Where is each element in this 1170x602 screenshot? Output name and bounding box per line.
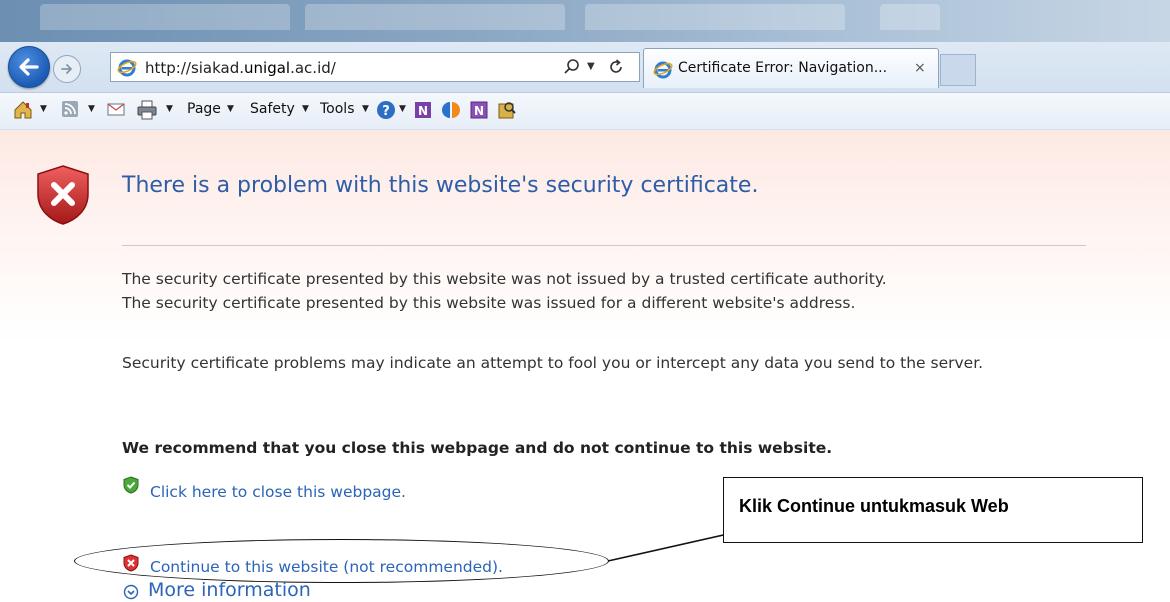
callout-text: Klik Continue untukmasuk Web — [739, 496, 1009, 516]
expand-icon[interactable] — [123, 584, 139, 600]
more-information-link[interactable]: More information — [148, 579, 311, 601]
